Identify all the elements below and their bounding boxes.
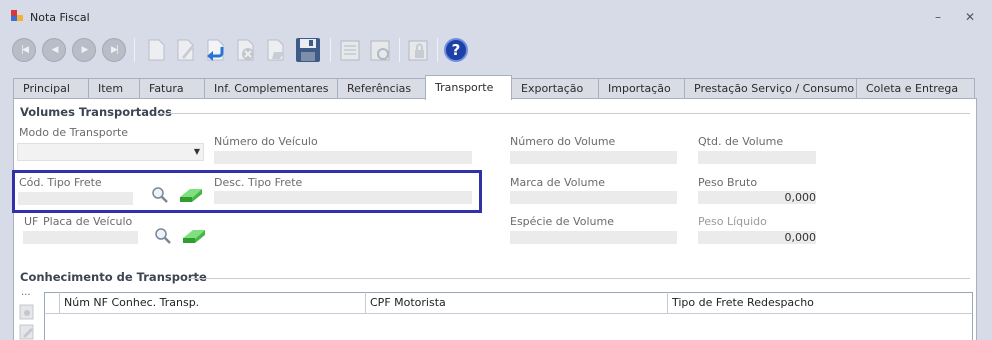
cancel-icon: [237, 39, 254, 61]
tab-fatura[interactable]: Fatura: [139, 78, 205, 99]
search-icon[interactable]: [154, 227, 172, 248]
delete-button[interactable]: [262, 36, 290, 64]
modo-transporte-select[interactable]: ▼: [17, 143, 204, 161]
uf-label: UF: [24, 215, 39, 228]
eraser-icon[interactable]: [181, 227, 207, 248]
window-title: Nota Fiscal: [30, 11, 90, 24]
desc-tipo-frete-field[interactable]: [214, 191, 472, 204]
tab-principal[interactable]: Principal: [13, 78, 89, 99]
grid-row-indicator-header: [45, 292, 60, 314]
toolbar-separator: [330, 38, 331, 62]
group-title-conhecimento: Conhecimento de Transporte: [20, 270, 207, 284]
peso-liquido-field[interactable]: 0,000: [698, 231, 816, 244]
especie-volume-label: Espécie de Volume: [510, 215, 614, 228]
column-header-cpf-motorista[interactable]: CPF Motorista: [366, 292, 668, 314]
tab-prestacao-servico-consumo[interactable]: Prestação Serviço / Consumo: [684, 78, 857, 99]
tab-referencias[interactable]: Referências: [337, 78, 426, 99]
last-icon: ▶|: [102, 38, 126, 62]
modo-transporte-label: Modo de Transporte: [19, 126, 129, 139]
eraser-icon[interactable]: [178, 186, 204, 207]
tab-importacao[interactable]: Importação: [598, 78, 685, 99]
marca-volume-field[interactable]: [510, 191, 677, 204]
group-divider: [157, 113, 970, 114]
toolbar-separator: [399, 38, 400, 62]
peso-bruto-label: Peso Bruto: [698, 176, 758, 189]
peso-liquido-label: Peso Líquido: [698, 215, 767, 228]
new-icon: [148, 39, 165, 61]
numero-veiculo-label: Número do Veículo: [214, 135, 318, 148]
tab-exportacao[interactable]: Exportação: [511, 78, 599, 99]
app-icon: [10, 9, 24, 23]
undo-button[interactable]: [202, 36, 230, 64]
tab-item[interactable]: Item: [88, 78, 140, 99]
cod-tipo-frete-field[interactable]: [18, 192, 133, 205]
first-record-button[interactable]: |◀: [10, 36, 38, 64]
group-title-volumes: Volumes Transportados: [20, 105, 173, 119]
lock-button[interactable]: [404, 36, 432, 64]
numero-volume-label: Número do Volume: [510, 135, 616, 148]
qtd-volume-label: Qtd. de Volume: [698, 135, 784, 148]
title-bar: [0, 0, 992, 32]
toolbar-separator: [437, 38, 438, 62]
column-header-tipo-frete-redespacho[interactable]: Tipo de Frete Redespacho: [668, 292, 972, 314]
next-icon: ▶: [72, 38, 96, 62]
cancel-button[interactable]: [232, 36, 260, 64]
report-button[interactable]: [336, 36, 364, 64]
cod-tipo-frete-label: Cód. Tipo Frete: [19, 176, 102, 189]
close-button[interactable]: ✕: [961, 8, 979, 26]
especie-volume-field[interactable]: [510, 231, 677, 244]
refresh-icon: [370, 40, 390, 61]
placa-veiculo-label: Placa de Veículo: [43, 215, 133, 228]
desc-tipo-frete-label: Desc. Tipo Frete: [214, 176, 303, 189]
help-icon: ?: [444, 38, 468, 62]
delete-icon: [267, 39, 284, 61]
last-record-button[interactable]: ▶|: [100, 36, 128, 64]
add-row-icon: [19, 304, 34, 320]
grid-add-button[interactable]: [18, 303, 36, 321]
grid-edit-button[interactable]: [18, 323, 36, 340]
column-header-num-nf[interactable]: Núm NF Conhec. Transp.: [60, 292, 366, 314]
placa-veiculo-field[interactable]: [23, 231, 138, 244]
report-icon: [340, 40, 360, 61]
marca-volume-label: Marca de Volume: [510, 176, 605, 189]
save-icon: [296, 38, 320, 62]
chevron-down-icon: ▼: [193, 147, 200, 156]
refresh-button[interactable]: [366, 36, 394, 64]
peso-bruto-field[interactable]: 0,000: [698, 191, 816, 204]
more-options-button[interactable]: ...: [21, 287, 31, 298]
undo-icon: [207, 39, 224, 61]
tab-coleta-entrega[interactable]: Coleta e Entrega: [856, 78, 975, 99]
first-icon: |◀: [12, 38, 36, 62]
search-icon[interactable]: [151, 186, 169, 207]
minimize-button[interactable]: –: [929, 8, 947, 26]
qtd-volume-field[interactable]: [698, 151, 816, 164]
numero-veiculo-field[interactable]: [214, 151, 472, 164]
edit-button[interactable]: [172, 36, 200, 64]
new-button[interactable]: [142, 36, 170, 64]
next-record-button[interactable]: ▶: [70, 36, 98, 64]
tab-inf-complementares[interactable]: Inf. Complementares: [204, 78, 338, 99]
group-divider: [188, 278, 970, 279]
lock-icon: [408, 40, 428, 61]
tab-transporte[interactable]: Transporte: [425, 75, 512, 100]
edit-icon: [177, 39, 194, 61]
save-button[interactable]: [294, 36, 322, 64]
help-button[interactable]: ?: [442, 36, 470, 64]
previous-icon: ◀: [42, 38, 66, 62]
toolbar-separator: [134, 38, 135, 62]
edit-row-icon: [19, 324, 34, 340]
previous-record-button[interactable]: ◀: [40, 36, 68, 64]
numero-volume-field[interactable]: [510, 151, 677, 164]
